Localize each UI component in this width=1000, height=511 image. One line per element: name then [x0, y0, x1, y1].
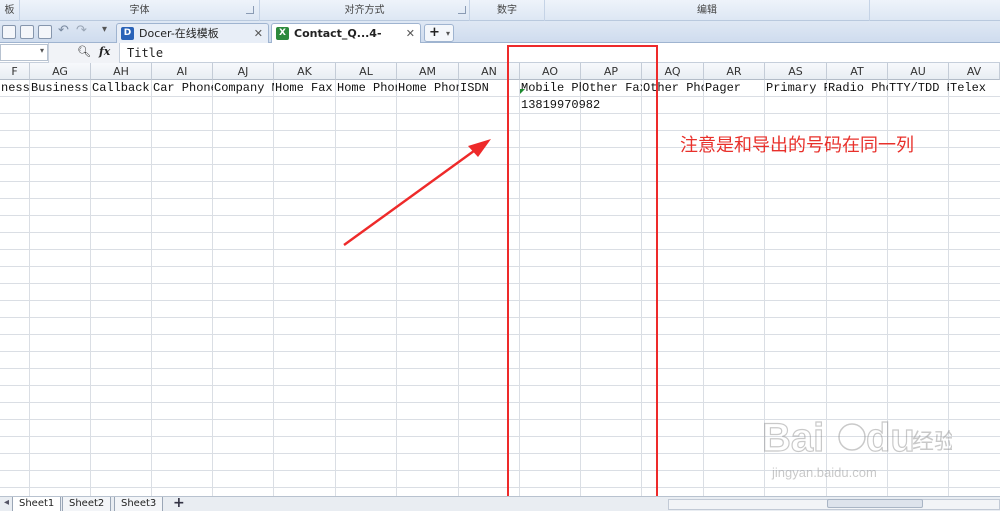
arrow-head: [468, 139, 491, 157]
sheet-tab[interactable]: Sheet1: [12, 497, 62, 511]
svg-text:Bai: Bai: [762, 416, 824, 460]
svg-text:du: du: [866, 416, 915, 460]
tab-scroll-left-icon[interactable]: ◂: [4, 497, 9, 508]
watermark-url: jingyan.baidu.com: [771, 465, 877, 480]
add-sheet-button[interactable]: +: [173, 495, 185, 511]
annotation-note: 注意是和导出的号码在同一列: [680, 135, 914, 156]
scrollbar-thumb[interactable]: [827, 499, 923, 508]
arrow-shaft: [343, 147, 479, 246]
sheet-tab[interactable]: Sheet3: [114, 497, 164, 511]
svg-text:经验: 经验: [912, 430, 952, 455]
baidu-jingyan-watermark: Bai du 经验 jingyan.baidu.com: [762, 415, 952, 480]
sheet-tab[interactable]: Sheet2: [62, 497, 112, 511]
